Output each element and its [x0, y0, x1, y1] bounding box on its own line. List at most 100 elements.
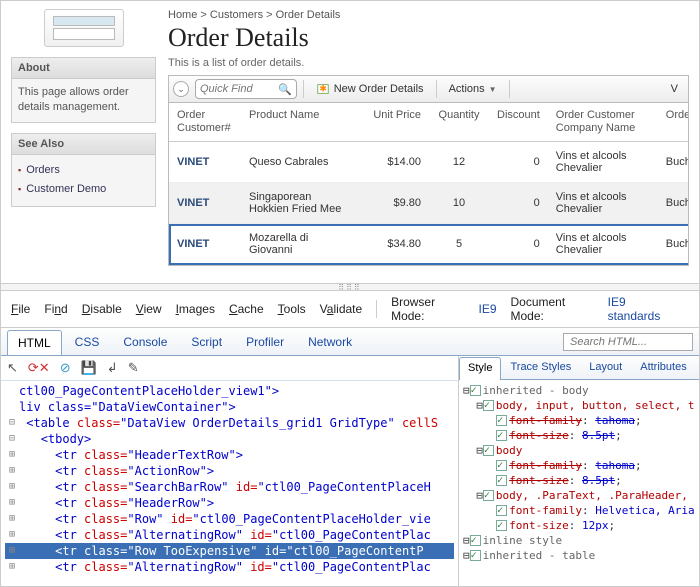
crumb[interactable]: Customers	[210, 9, 263, 21]
tab-console[interactable]: Console	[112, 329, 178, 354]
doc-mode[interactable]: IE9 standards	[608, 295, 675, 323]
selected-node: ⊞ <tr class="Row TooExpensive" id="ctl00…	[5, 543, 454, 559]
doc-mode-label: Document Mode:	[511, 295, 594, 323]
crumb: Order Details	[276, 9, 341, 21]
tab-style[interactable]: Style	[459, 357, 501, 380]
menu-file[interactable]: File	[11, 302, 30, 316]
search-icon[interactable]: 🔍	[278, 83, 292, 96]
style-tabs: Style Trace Styles Layout Attributes	[459, 356, 699, 380]
cell-company: Vins et alcools Chevalier	[548, 183, 658, 224]
cell-employee: Buchana	[658, 224, 689, 265]
col-header[interactable]: Order Customer Company Name	[548, 103, 658, 142]
cell-disc: 0	[489, 224, 548, 265]
cell-disc: 0	[489, 183, 548, 224]
separator	[376, 300, 377, 318]
view-button[interactable]: V	[665, 81, 684, 97]
cell-product: Queso Cabrales	[241, 142, 361, 183]
new-label: New Order Details	[334, 83, 424, 95]
data-grid: Order Customer# Product Name Unit Price …	[168, 103, 689, 266]
app-logo-icon	[44, 9, 124, 47]
devtools: File Find Disable View Images Cache Tool…	[1, 291, 699, 587]
tab-css[interactable]: CSS	[64, 329, 111, 354]
cell-price: $34.80	[361, 224, 429, 265]
cell-company: Vins et alcools Chevalier	[548, 224, 658, 265]
page-title: Order Details	[168, 23, 689, 53]
cell-qty: 5	[429, 224, 489, 265]
svg-text:✱: ✱	[319, 84, 326, 94]
tab-profiler[interactable]: Profiler	[235, 329, 295, 354]
menu-find[interactable]: Find	[44, 302, 67, 316]
tab-trace[interactable]: Trace Styles	[501, 356, 580, 379]
menu-cache[interactable]: Cache	[229, 302, 264, 316]
menu-view[interactable]: View	[136, 302, 162, 316]
toolbar: ⌄ 🔍 ✱ New Order Details Actions ▼ V	[168, 75, 689, 103]
menu-tools[interactable]: Tools	[278, 302, 306, 316]
about-title: About	[12, 58, 155, 79]
refresh-icon[interactable]: ⟳✕	[28, 360, 50, 376]
cell-qty: 10	[429, 183, 489, 224]
col-header[interactable]: Order Employee Last Nar	[658, 103, 689, 142]
cell-company: Vins et alcools Chevalier	[548, 142, 658, 183]
chevron-down-icon: ▼	[489, 85, 497, 94]
cell-price: $14.00	[361, 142, 429, 183]
tab-script[interactable]: Script	[180, 329, 233, 354]
table-row[interactable]: VINET Singaporean Hokkien Fried Mee $9.8…	[169, 183, 689, 224]
actions-button[interactable]: Actions ▼	[443, 81, 503, 97]
header-row: Order Customer# Product Name Unit Price …	[169, 103, 689, 142]
table-row-selected[interactable]: VINET Mozarella di Giovanni $34.80 5 0 V…	[169, 224, 689, 265]
col-header[interactable]: Quantity	[429, 103, 489, 142]
col-header[interactable]: Product Name	[241, 103, 361, 142]
save-icon[interactable]: 💾	[81, 360, 97, 376]
cell-employee: Buchana	[658, 183, 689, 224]
table-row[interactable]: VINET Queso Cabrales $14.00 12 0 Vins et…	[169, 142, 689, 183]
separator	[303, 80, 304, 98]
about-body: This page allows order details managemen…	[12, 79, 155, 122]
cell-product: Mozarella di Giovanni	[241, 224, 361, 265]
cell-customer[interactable]: VINET	[169, 224, 241, 265]
devtools-tabs: HTML CSS Console Script Profiler Network	[1, 328, 699, 356]
browser-mode-label: Browser Mode:	[391, 295, 464, 323]
separator	[509, 80, 510, 98]
search-html-input[interactable]	[563, 333, 693, 351]
col-header[interactable]: Discount	[489, 103, 548, 142]
new-icon: ✱	[316, 82, 330, 96]
cell-customer[interactable]: VINET	[169, 142, 241, 183]
col-header[interactable]: Unit Price	[361, 103, 429, 142]
quick-find[interactable]: 🔍	[195, 79, 297, 99]
pointer-icon[interactable]: ↖	[7, 360, 18, 376]
tab-layout[interactable]: Layout	[580, 356, 631, 379]
devtools-toolbar: ↖ ⟳✕ ⊘ 💾 ↲ ✎	[1, 356, 458, 381]
cell-qty: 12	[429, 142, 489, 183]
html-tree[interactable]: ctl00_PageContentPlaceHolder_view1"> liv…	[1, 381, 458, 587]
tab-html[interactable]: HTML	[7, 330, 62, 355]
cell-employee: Buchana	[658, 142, 689, 183]
page-subtitle: This is a list of order details.	[168, 57, 689, 69]
seealso-box: See Also Orders Customer Demo	[11, 133, 156, 207]
tab-attrs[interactable]: Attributes	[631, 356, 695, 379]
seealso-link[interactable]: Orders	[26, 164, 60, 176]
col-header[interactable]: Order Customer#	[169, 103, 241, 142]
menu-validate[interactable]: Validate	[320, 302, 363, 316]
seealso-title: See Also	[12, 134, 155, 155]
menu-disable[interactable]: Disable	[82, 302, 122, 316]
cell-disc: 0	[489, 142, 548, 183]
edit-icon[interactable]: ✎	[128, 360, 139, 376]
resize-handle[interactable]: ⠿⠿⠿	[1, 283, 699, 291]
wrap-icon[interactable]: ↲	[107, 360, 118, 376]
crumb[interactable]: Home	[168, 9, 197, 21]
actions-label: Actions	[449, 83, 485, 95]
new-button[interactable]: ✱ New Order Details	[310, 80, 430, 98]
about-box: About This page allows order details man…	[11, 57, 156, 123]
clear-icon[interactable]: ⊘	[60, 360, 71, 376]
devtools-menu: File Find Disable View Images Cache Tool…	[1, 291, 699, 328]
seealso-link[interactable]: Customer Demo	[26, 183, 106, 195]
menu-images[interactable]: Images	[176, 302, 215, 316]
breadcrumb: Home > Customers > Order Details	[168, 9, 689, 21]
chevron-down-icon[interactable]: ⌄	[173, 81, 189, 97]
style-panel[interactable]: ⊟inherited - body ⊟body, input, button, …	[459, 380, 699, 587]
tab-network[interactable]: Network	[297, 329, 363, 354]
cell-customer[interactable]: VINET	[169, 183, 241, 224]
browser-mode[interactable]: IE9	[478, 302, 496, 316]
separator	[436, 80, 437, 98]
quick-find-input[interactable]	[200, 83, 278, 95]
